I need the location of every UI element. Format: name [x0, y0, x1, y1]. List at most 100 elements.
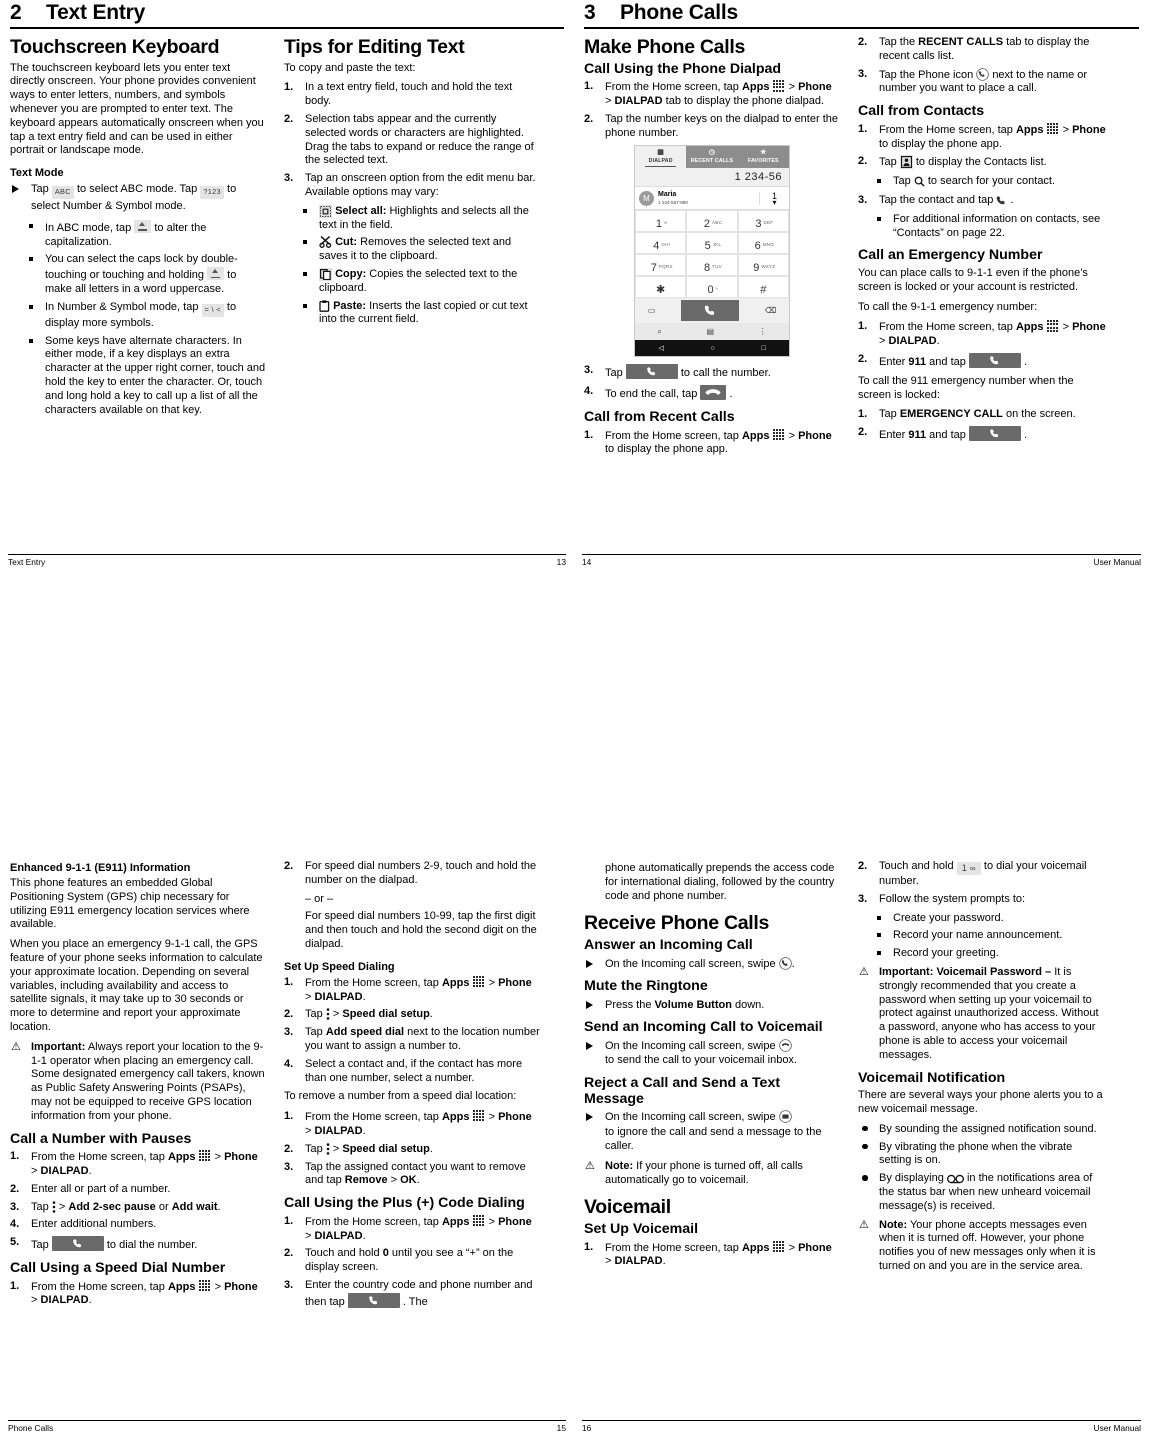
period: .	[217, 1200, 221, 1213]
answer-text-b: .	[791, 957, 795, 970]
edit-menu-options-list: Select all: Highlights and selects all t…	[284, 204, 540, 327]
step-number: 1.	[10, 1279, 20, 1292]
dialpad-label: DIALPAD	[40, 1294, 89, 1307]
step-text-a: Tap the	[879, 36, 916, 48]
step-number: 3.	[858, 67, 868, 80]
step-number: 2.	[284, 113, 294, 126]
list-item: Cut: Removes the selected text and saves…	[284, 236, 540, 264]
alert-text: By vibrating the phone when the vibrate …	[879, 1140, 1073, 1167]
recent-calls-steps: 1. From the Home screen, tap Apps > Phon…	[584, 428, 840, 458]
dialpad-key-2[interactable]: 2 ABC	[686, 210, 738, 233]
step-number: 2.	[284, 1142, 294, 1155]
dialpad-key-hash[interactable]: #	[737, 276, 789, 299]
message-icon[interactable]: ▭	[648, 306, 656, 315]
list-item: 1. From the Home screen, tap Apps > Phon…	[858, 320, 1106, 348]
step-text-b: .	[1010, 193, 1014, 206]
dialpad-key-1[interactable]: 1 ∞	[635, 210, 687, 233]
subheading-set-up-voicemail: Set Up Voicemail	[584, 1220, 699, 1237]
call-button[interactable]	[681, 300, 740, 322]
phone-circle-icon	[778, 956, 792, 970]
contact-suggestion-row[interactable]: M Maria 1 234-567-890 1 ▾	[635, 186, 789, 211]
period: .	[429, 1142, 433, 1155]
gt-1: >	[488, 1215, 496, 1228]
contacts-icon[interactable]: ▤	[706, 327, 714, 336]
apps-label: Apps	[441, 1111, 470, 1124]
step-number: 2.	[858, 155, 868, 168]
step-number: 2.	[858, 352, 868, 365]
gt-2: >	[31, 1294, 38, 1307]
option-label: Select all:	[335, 204, 387, 217]
tab-dialpad[interactable]: ▦ DIALPAD	[635, 146, 687, 169]
note-label: Important:	[31, 1040, 86, 1053]
list-item: 2. Tap the RECENT CALLS tab to display t…	[858, 36, 1106, 64]
step-text-a: From the Home screen, tap	[31, 1151, 165, 1164]
clock-icon: ◷	[708, 148, 716, 156]
tab-favorites[interactable]: ★ FAVORITES	[737, 146, 789, 169]
dialpad-key-5[interactable]: 5 JKL	[686, 232, 738, 255]
list-item: 2. Tap to display the Contacts list.	[858, 155, 1106, 170]
or-separator: – or –	[305, 892, 334, 905]
step-text-b: to display the phone app.	[605, 443, 728, 456]
back-nav-icon[interactable]: ◁	[658, 344, 663, 352]
page-15-footer: Phone Calls 15	[8, 1420, 566, 1433]
step-text-a: Tap	[31, 1239, 49, 1252]
step-text-a: From the Home screen, tap	[305, 1111, 439, 1124]
voicemail-alert-list: By sounding the assigned notification so…	[858, 1123, 1106, 1214]
gt-1: >	[788, 81, 796, 94]
step-number: 1.	[284, 1110, 294, 1123]
step-number: 3.	[284, 1160, 294, 1173]
home-nav-icon[interactable]: ○	[710, 345, 714, 352]
dialpad-label: DIALPAD	[314, 1229, 363, 1242]
phone-label: Phone	[498, 976, 532, 989]
step-text-a: Touch and hold	[305, 1247, 380, 1260]
apps-grid-icon	[198, 1279, 212, 1292]
gt-1: >	[488, 976, 496, 989]
step-text-b: to display the Contacts list.	[915, 156, 1047, 169]
locked-emergency-steps: 1. Tap EMERGENCY CALL on the screen. 2. …	[858, 408, 1106, 443]
key-letters: DEF	[763, 220, 774, 226]
contacts-icon	[899, 155, 913, 170]
dialpad-key-7[interactable]: 7 PQRS	[635, 254, 687, 277]
dialpad-key-9[interactable]: 9 WXYZ	[737, 254, 789, 277]
call-button-icon	[625, 364, 678, 380]
list-item: 1. From the Home screen, tap Apps > Phon…	[858, 122, 1106, 152]
backspace-icon[interactable]: ⌫	[765, 306, 776, 315]
recents-nav-icon[interactable]: □	[761, 345, 765, 352]
overflow-menu-icon[interactable]: ⋮	[759, 327, 767, 336]
step-number: 3.	[584, 364, 594, 377]
tab-recent-calls[interactable]: ◷ RECENT CALLS	[686, 146, 738, 169]
step-text-b: to dial the number.	[106, 1239, 198, 1252]
search-icon[interactable]: ⌕	[657, 327, 661, 337]
list-item: In ABC mode, tap to alter the capitaliza…	[10, 219, 266, 250]
list-item: 2. Enter 911 and tap .	[858, 426, 1106, 443]
phone-label: Phone	[224, 1280, 258, 1293]
note-phone-off: ⚠ Note: If your phone is turned off, all…	[584, 1160, 840, 1188]
step-text-a: From the Home screen, tap	[305, 976, 439, 989]
square-bullet-icon	[877, 915, 881, 920]
dialpad-key-star[interactable]: ✱	[635, 276, 687, 299]
dialpad-key-3[interactable]: 3 DEF	[737, 210, 789, 233]
infinity-glyph: ∞	[969, 864, 976, 873]
footer-left: Phone Calls	[8, 1423, 54, 1433]
dialpad-key-4[interactable]: 4 GHI	[635, 232, 687, 255]
spread-pages-13-14: 2 Text Entry Touchscreen Keyboard The to…	[0, 0, 1149, 585]
phone-label: Phone	[498, 1111, 532, 1124]
dialpad-key-6[interactable]: 6 MNO	[737, 232, 789, 255]
step-text: Enter additional numbers.	[31, 1218, 157, 1231]
answer-call-instruction: On the Incoming call screen, swipe .	[584, 956, 840, 972]
ignore-call-icon	[778, 1039, 792, 1052]
dialpad-row: 1 ∞ 2 ABC 3 DEF	[635, 210, 789, 233]
page-13: 2 Text Entry Touchscreen Keyboard The to…	[0, 0, 574, 585]
voicemail-tape-icon	[946, 1174, 964, 1184]
number-911: 911	[908, 429, 927, 442]
dialpad-key-8[interactable]: 8 TUV	[686, 254, 738, 277]
dialpad-key-0[interactable]: 0 +	[686, 276, 738, 299]
speed-dial-setup-label: Speed dial setup	[342, 1008, 430, 1021]
voicemail-prompt-list: Create your password. Record your name a…	[858, 912, 1106, 961]
step-number: 1.	[284, 81, 294, 94]
mute-text-a: Press the	[605, 998, 652, 1011]
page-13-column-2: Tips for Editing Text To copy and paste …	[284, 36, 540, 422]
star-icon: ★	[760, 148, 767, 156]
page-14-footer: 14 User Manual	[582, 554, 1141, 567]
arrow-bullet-icon	[586, 1041, 593, 1050]
